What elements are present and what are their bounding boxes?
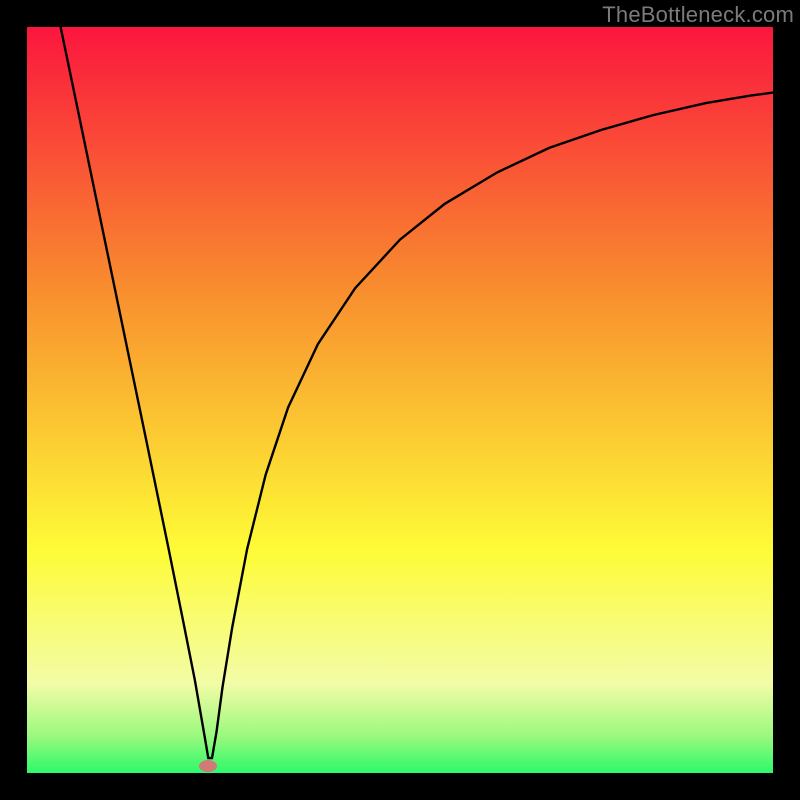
bottleneck-chart	[27, 27, 773, 773]
watermark-text: TheBottleneck.com	[602, 2, 794, 28]
optimal-point-marker	[199, 760, 217, 772]
chart-frame	[27, 27, 773, 773]
